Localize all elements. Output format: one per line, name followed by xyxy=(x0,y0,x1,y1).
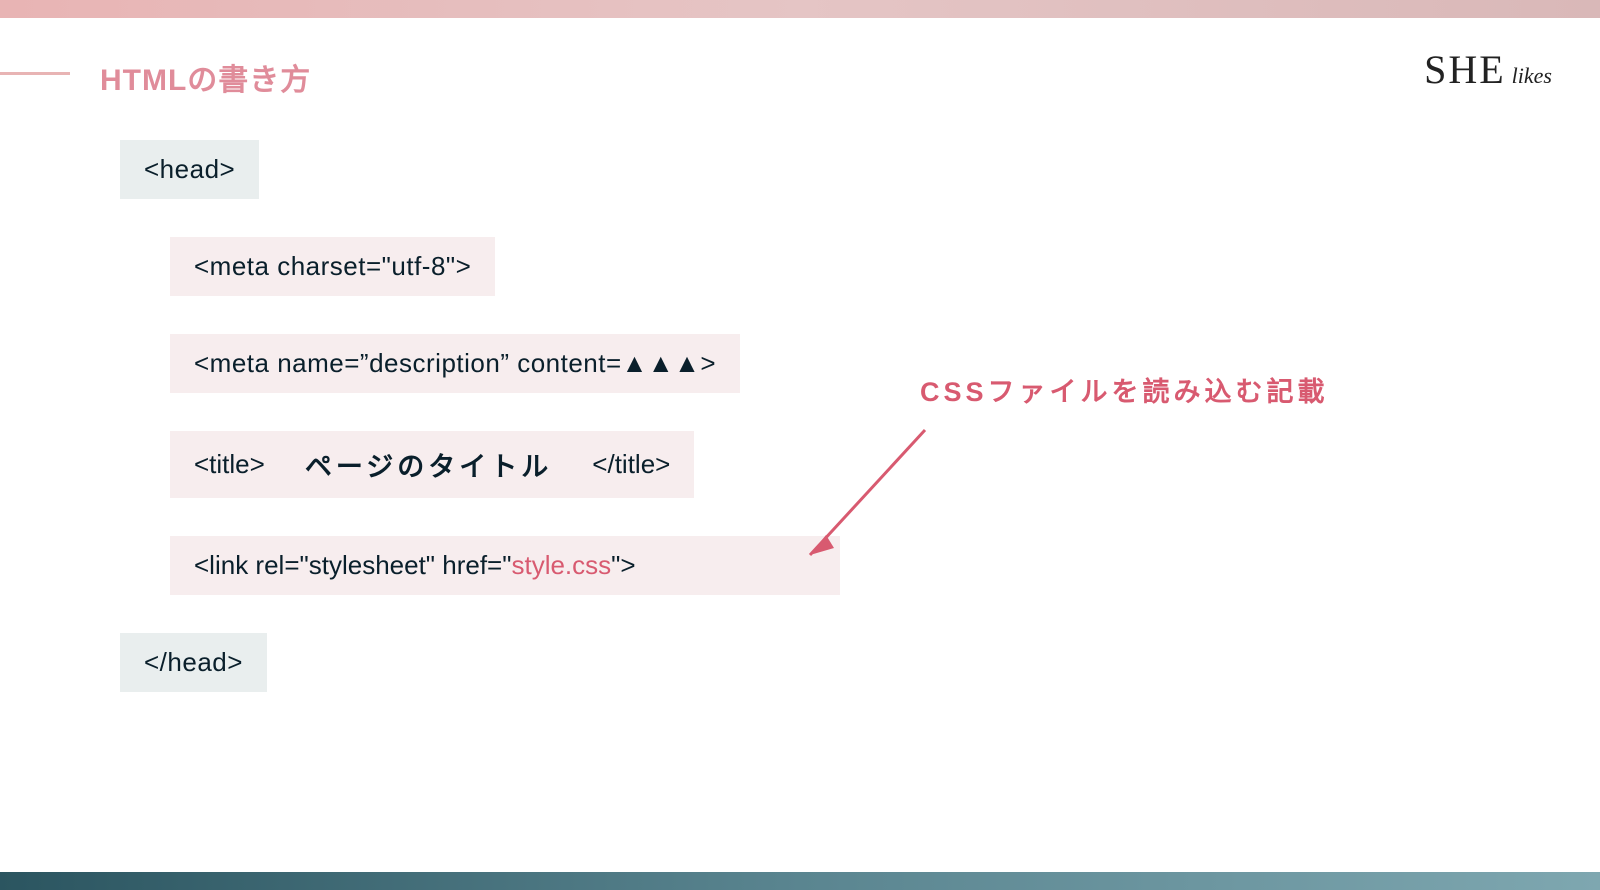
bottom-decorative-bar xyxy=(0,872,1600,890)
code-illustration: <head> <meta charset="utf-8"> <meta name… xyxy=(120,140,840,730)
title-open-tag: <title> xyxy=(194,449,265,480)
link-filename: style.css xyxy=(511,550,611,580)
link-suffix: "> xyxy=(611,550,635,580)
head-open-tag: <head> xyxy=(120,140,259,199)
link-prefix: <link rel="stylesheet" href=" xyxy=(194,550,511,580)
meta-charset-tag: <meta charset="utf-8"> xyxy=(170,237,495,296)
title-close-tag: </title> xyxy=(592,449,670,480)
logo-main-text: SHE xyxy=(1424,46,1506,93)
logo-sub-text: likes xyxy=(1512,63,1552,89)
top-decorative-bar xyxy=(0,0,1600,18)
head-close-tag: </head> xyxy=(120,633,267,692)
link-stylesheet-tag: <link rel="stylesheet" href="style.css"> xyxy=(170,536,840,595)
page-title: HTMLの書き方 xyxy=(100,55,311,99)
css-annotation-text: CSSファイルを読み込む記載 xyxy=(920,370,1329,409)
title-accent-line xyxy=(0,72,70,75)
meta-description-tag: <meta name=”description” content=▲▲▲> xyxy=(170,334,740,393)
title-inner-text: ページのタイトル xyxy=(305,445,552,484)
brand-logo: SHE likes xyxy=(1424,46,1552,93)
title-tag-row: <title> ページのタイトル </title> xyxy=(170,431,694,498)
